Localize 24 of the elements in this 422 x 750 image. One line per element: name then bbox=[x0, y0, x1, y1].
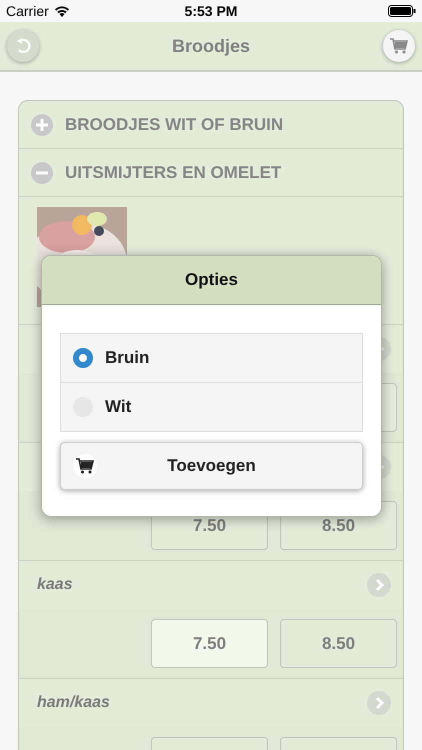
clock: 5:53 PM bbox=[184, 3, 238, 19]
wifi-icon bbox=[54, 5, 70, 17]
radio-option[interactable]: Bruin bbox=[61, 334, 362, 382]
cart-button[interactable] bbox=[382, 30, 415, 62]
cart-icon bbox=[388, 37, 409, 55]
radio-button[interactable] bbox=[73, 348, 93, 368]
price-button[interactable]: 8.50 bbox=[280, 619, 397, 668]
category-row[interactable]: UITSMIJTERS EN OMELET bbox=[19, 149, 403, 197]
minus-icon bbox=[31, 162, 53, 184]
price-button[interactable]: 7.50 bbox=[151, 619, 268, 668]
dialog-title: Opties bbox=[185, 270, 238, 290]
cart-icon bbox=[75, 457, 95, 475]
carrier-label: Carrier bbox=[6, 3, 49, 19]
page-title: Broodjes bbox=[172, 36, 250, 56]
chevron-icon[interactable] bbox=[367, 573, 391, 597]
product-name: kaas bbox=[37, 576, 73, 594]
battery-icon bbox=[388, 5, 416, 17]
back-button[interactable] bbox=[7, 30, 39, 62]
add-button[interactable]: Toevoegen bbox=[60, 442, 363, 490]
product-name: ham/kaas bbox=[37, 694, 110, 712]
category-row[interactable]: BROODJES WIT OF BRUIN bbox=[19, 101, 403, 149]
chevron-icon[interactable] bbox=[367, 691, 391, 715]
radio-option[interactable]: Wit bbox=[61, 382, 362, 431]
plus-icon bbox=[31, 114, 53, 136]
